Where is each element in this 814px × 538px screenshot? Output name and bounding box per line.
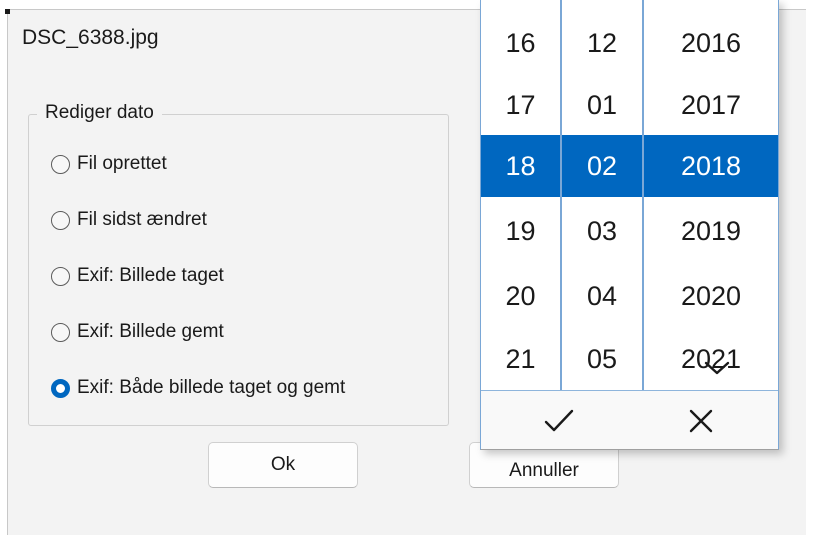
day-cell[interactable]: 19 (481, 200, 560, 262)
radio-button-checked-icon[interactable] (51, 378, 70, 398)
radio-label: Exif: Både billede taget og gemt (77, 377, 346, 398)
year-cell[interactable]: 2020 (644, 265, 778, 327)
edit-date-group: Rediger dato Fil oprettet Fil sidst ændr… (28, 102, 449, 426)
month-cell[interactable]: 12 (562, 12, 642, 74)
window-corner-marker (5, 9, 10, 14)
radio-exif-saved[interactable]: Exif: Billede gemt (51, 319, 224, 345)
radio-button-icon[interactable] (51, 266, 70, 286)
radio-label: Exif: Billede gemt (77, 321, 224, 342)
picker-footer (481, 390, 778, 449)
group-legend: Rediger dato (37, 102, 162, 124)
radio-button-icon[interactable] (51, 322, 70, 342)
month-cell[interactable]: 01 (562, 74, 642, 136)
month-cell[interactable]: 03 (562, 200, 642, 262)
radio-label: Fil oprettet (77, 153, 167, 174)
year-cell[interactable]: 2019 (644, 200, 778, 262)
radio-exif-taken[interactable]: Exif: Billede taget (51, 263, 224, 289)
radio-label: Exif: Billede taget (77, 265, 224, 286)
radio-file-created[interactable]: Fil oprettet (51, 151, 167, 177)
day-cell[interactable]: 17 (481, 74, 560, 136)
day-cell[interactable]: 20 (481, 265, 560, 327)
day-cell[interactable]: 21 (481, 328, 560, 390)
day-column[interactable]: 16 17 18 19 20 21 (481, 0, 560, 390)
radio-exif-both[interactable]: Exif: Både billede taget og gemt (51, 375, 345, 401)
month-column[interactable]: 12 01 02 03 04 05 (562, 0, 642, 390)
checkmark-icon (544, 409, 574, 432)
radio-button-icon[interactable] (51, 154, 70, 174)
file-name-label: DSC_6388.jpg (22, 26, 159, 49)
radio-file-modified[interactable]: Fil sidst ændret (51, 207, 207, 233)
dismiss-button[interactable] (631, 397, 771, 445)
year-column[interactable]: 2016 2017 2018 2019 2020 2021 (644, 0, 778, 390)
accept-button[interactable] (489, 397, 629, 445)
chevron-down-icon (704, 361, 730, 375)
year-cell[interactable]: 2017 (644, 74, 778, 136)
ok-button[interactable]: Ok (208, 442, 358, 488)
day-cell[interactable]: 16 (481, 12, 560, 74)
year-cell[interactable]: 2016 (644, 12, 778, 74)
year-cell-selected[interactable]: 2018 (644, 135, 778, 197)
radio-button-icon[interactable] (51, 210, 70, 230)
scroll-down-button[interactable] (704, 360, 730, 381)
radio-label: Fil sidst ændret (77, 209, 207, 230)
month-cell-selected[interactable]: 02 (562, 135, 642, 197)
month-cell[interactable]: 05 (562, 328, 642, 390)
close-icon (689, 409, 713, 433)
date-picker-flyout: 16 17 18 19 20 21 12 01 02 03 04 05 2016… (480, 0, 779, 450)
month-cell[interactable]: 04 (562, 265, 642, 327)
day-cell-selected[interactable]: 18 (481, 135, 560, 197)
